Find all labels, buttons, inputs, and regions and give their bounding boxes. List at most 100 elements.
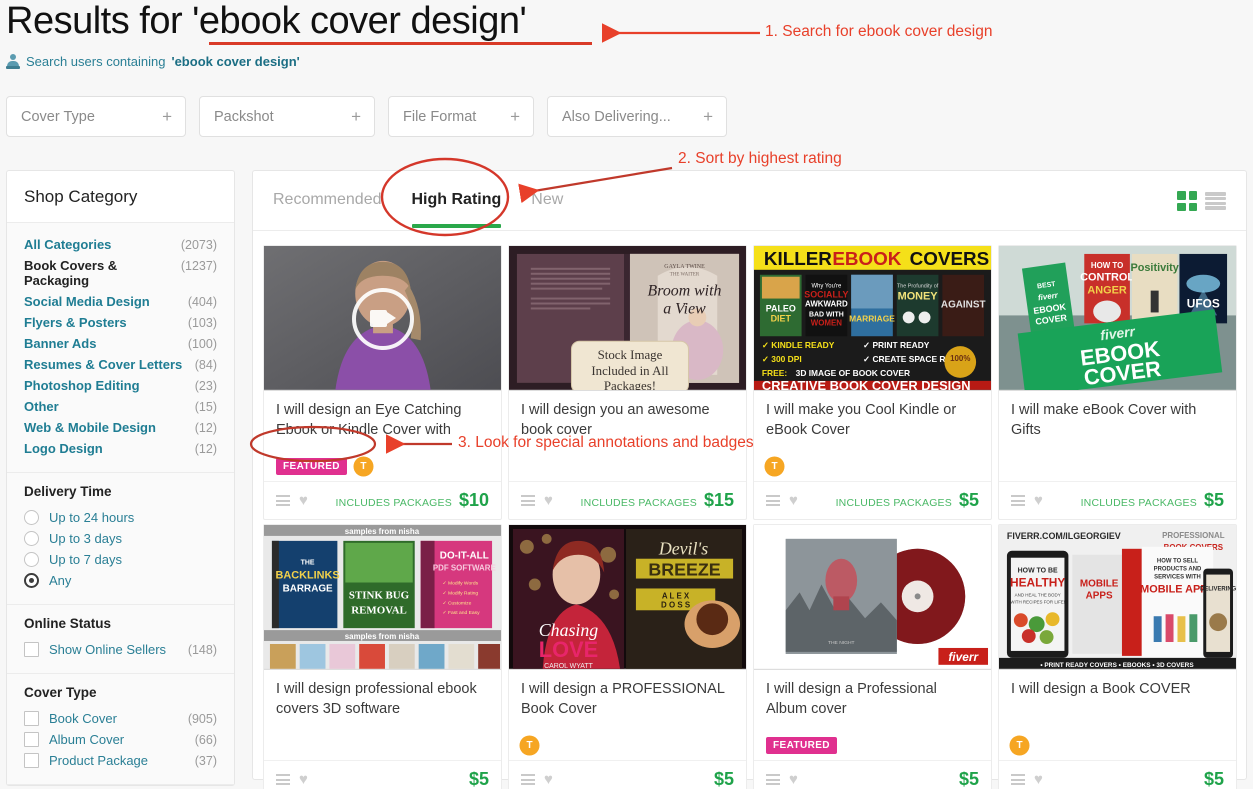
gig-card[interactable]: THE NIGHT fiverr I will design a Profess… (753, 524, 992, 789)
sidebar-item-photoshop-editing[interactable]: Photoshop Editing (23) (24, 375, 217, 396)
gig-badges: FEATURED (754, 730, 991, 760)
gig-card[interactable]: BEST fiverr EBOOK COVER HOW TO CONTROL A… (998, 245, 1237, 520)
grid-view-icon[interactable] (1177, 191, 1197, 211)
svg-text:Included in All: Included in All (591, 364, 669, 378)
filter-also-delivering[interactable]: Also Delivering... + (547, 96, 727, 137)
svg-text:FIVERR.COM/ILGEORGIEV: FIVERR.COM/ILGEORGIEV (1007, 531, 1121, 541)
svg-text:AND HEAL THE BODY: AND HEAL THE BODY (1015, 592, 1061, 597)
gig-title[interactable]: I will design a PROFESSIONAL Book Cover (521, 680, 734, 719)
favorite-heart-icon[interactable]: ♥ (299, 493, 308, 508)
category-count: (23) (194, 379, 217, 393)
compare-icon[interactable] (766, 495, 780, 506)
compare-icon[interactable] (1011, 495, 1025, 506)
compare-icon[interactable] (276, 774, 290, 785)
checkbox-product-package[interactable]: Product Package (37) (24, 750, 217, 771)
favorite-heart-icon[interactable]: ♥ (544, 493, 553, 508)
gig-price: $5 (1203, 769, 1224, 789)
svg-text:MARRIAGE: MARRIAGE (849, 313, 895, 323)
gig-thumbnail-mobile-apps-covers[interactable]: FIVERR.COM/ILGEORGIEV PROFESSIONAL BOOK … (999, 525, 1236, 670)
favorite-heart-icon[interactable]: ♥ (1034, 493, 1043, 508)
radio-up-to-24-hours[interactable]: Up to 24 hours (24, 507, 217, 528)
compare-icon[interactable] (521, 774, 535, 785)
checkbox-show-online-sellers[interactable]: Show Online Sellers (148) (24, 639, 217, 660)
svg-text:CREATIVE BOOK COVER DESIGN: CREATIVE BOOK COVER DESIGN (762, 378, 971, 390)
favorite-heart-icon[interactable]: ♥ (544, 772, 553, 787)
includes-packages-label: INCLUDES PACKAGES (835, 497, 952, 509)
gig-thumbnail-video[interactable] (264, 246, 501, 391)
gig-title[interactable]: I will design you an awesome book cover (521, 401, 734, 440)
gig-thumbnail-book-cover[interactable]: GAYLA TWINE THE WAITER Broom with a View… (509, 246, 746, 391)
online-status-filter: Online Status Show Online Sellers (148) (7, 605, 234, 674)
radio-up-to-7-days[interactable]: Up to 7 days (24, 549, 217, 570)
svg-text:GAYLA TWINE: GAYLA TWINE (664, 264, 705, 270)
search-results-page: Results for 'ebook cover design' Search … (0, 0, 1253, 789)
svg-text:STINK BUG: STINK BUG (349, 589, 410, 601)
gig-title[interactable]: I will make you Cool Kindle or eBook Cov… (766, 401, 979, 440)
gig-title[interactable]: I will make eBook Cover with Gifts (1011, 401, 1224, 440)
sidebar-item-book-covers-packaging[interactable]: Book Covers & Packaging (1237) (24, 255, 217, 291)
list-view-icon[interactable] (1205, 191, 1226, 211)
compare-icon[interactable] (276, 495, 290, 506)
svg-text:CONTROL: CONTROL (1080, 272, 1134, 284)
includes-packages-label: INCLUDES PACKAGES (580, 497, 697, 509)
tab-high-rating[interactable]: High Rating (411, 174, 501, 228)
filter-cover-type[interactable]: Cover Type + (6, 96, 186, 137)
gig-thumbnail-album-cover[interactable]: THE NIGHT fiverr (754, 525, 991, 670)
top-rated-seller-icon: T (766, 457, 783, 475)
includes-packages-label: INCLUDES PACKAGES (1080, 497, 1197, 509)
gig-thumbnail-samples-from-nisha[interactable]: samples from nisha THE BACKLINKS BARRAGE… (264, 525, 501, 670)
compare-icon[interactable] (521, 495, 535, 506)
sidebar-item-flyers-posters[interactable]: Flyers & Posters (103) (24, 312, 217, 333)
gig-thumbnail-killer-ebook-covers[interactable]: KILLER EBOOK COVERS PALEO DIET Why You'r… (754, 246, 991, 391)
gig-card[interactable]: samples from nisha THE BACKLINKS BARRAGE… (263, 524, 502, 789)
compare-icon[interactable] (1011, 774, 1025, 785)
includes-packages-label: INCLUDES PACKAGES (335, 497, 452, 509)
featured-badge: FEATURED (276, 457, 347, 475)
search-users-link[interactable]: Search users containing 'ebook cover des… (6, 53, 300, 69)
svg-text:MOBILE: MOBILE (1080, 578, 1119, 589)
gig-price: $15 (703, 490, 734, 510)
tab-new[interactable]: New (531, 174, 563, 227)
filter-file-format[interactable]: File Format + (388, 96, 534, 137)
compare-icon[interactable] (766, 774, 780, 785)
gig-card[interactable]: KILLER EBOOK COVERS PALEO DIET Why You'r… (753, 245, 992, 520)
svg-text:✓ Fast and Easy: ✓ Fast and Easy (442, 610, 480, 616)
checkbox-book-cover[interactable]: Book Cover (905) (24, 708, 217, 729)
radio-any[interactable]: Any (24, 570, 217, 591)
category-label: Photoshop Editing (24, 378, 140, 393)
tab-recommended[interactable]: Recommended (273, 174, 382, 227)
gig-title[interactable]: I will design professional ebook covers … (276, 680, 489, 719)
sidebar-item-logo-design[interactable]: Logo Design (12) (24, 438, 217, 459)
sidebar-item-web-mobile-design[interactable]: Web & Mobile Design (12) (24, 417, 217, 438)
sidebar-item-banner-ads[interactable]: Banner Ads (100) (24, 333, 217, 354)
user-icon (6, 53, 20, 69)
filter-packshot[interactable]: Packshot + (199, 96, 375, 137)
svg-text:samples from nisha: samples from nisha (345, 632, 420, 641)
gig-thumbnail-romance-covers[interactable]: Chasing LOVE CAROL WYATT Devil's BREEZE … (509, 525, 746, 670)
gig-title[interactable]: I will design a Book COVER (1011, 680, 1224, 700)
checkbox-album-cover[interactable]: Album Cover (66) (24, 729, 217, 750)
gig-thumbnail-green-ebook-cover[interactable]: BEST fiverr EBOOK COVER HOW TO CONTROL A… (999, 246, 1236, 391)
gig-card[interactable]: GAYLA TWINE THE WAITER Broom with a View… (508, 245, 747, 520)
gig-badges (999, 451, 1236, 481)
sort-tabs: Recommended High Rating New (253, 171, 1246, 231)
gig-card[interactable]: Chasing LOVE CAROL WYATT Devil's BREEZE … (508, 524, 747, 789)
search-users-label: Search users containing (26, 53, 166, 69)
favorite-heart-icon[interactable]: ♥ (789, 493, 798, 508)
svg-text:DIET: DIET (771, 313, 792, 323)
sidebar-item-resumes-cover-letters[interactable]: Resumes & Cover Letters (84) (24, 354, 217, 375)
radio-up-to-3-days[interactable]: Up to 3 days (24, 528, 217, 549)
gig-badges: FEATURED T (264, 451, 501, 481)
sidebar-item-all-categories[interactable]: All Categories (2073) (24, 234, 217, 255)
favorite-heart-icon[interactable]: ♥ (1034, 772, 1043, 787)
sidebar-item-other[interactable]: Other (15) (24, 396, 217, 417)
gig-title[interactable]: I will design a Professional Album cover (766, 680, 979, 719)
favorite-heart-icon[interactable]: ♥ (299, 772, 308, 787)
svg-text:a View: a View (663, 300, 706, 317)
gig-title[interactable]: I will design an Eye Catching Ebook or K… (276, 401, 489, 440)
gig-card[interactable]: FIVERR.COM/ILGEORGIEV PROFESSIONAL BOOK … (998, 524, 1237, 789)
page-title-prefix: Results for (6, 0, 193, 42)
favorite-heart-icon[interactable]: ♥ (789, 772, 798, 787)
gig-card[interactable]: I will design an Eye Catching Ebook or K… (263, 245, 502, 520)
sidebar-item-social-media-design[interactable]: Social Media Design (404) (24, 291, 217, 312)
